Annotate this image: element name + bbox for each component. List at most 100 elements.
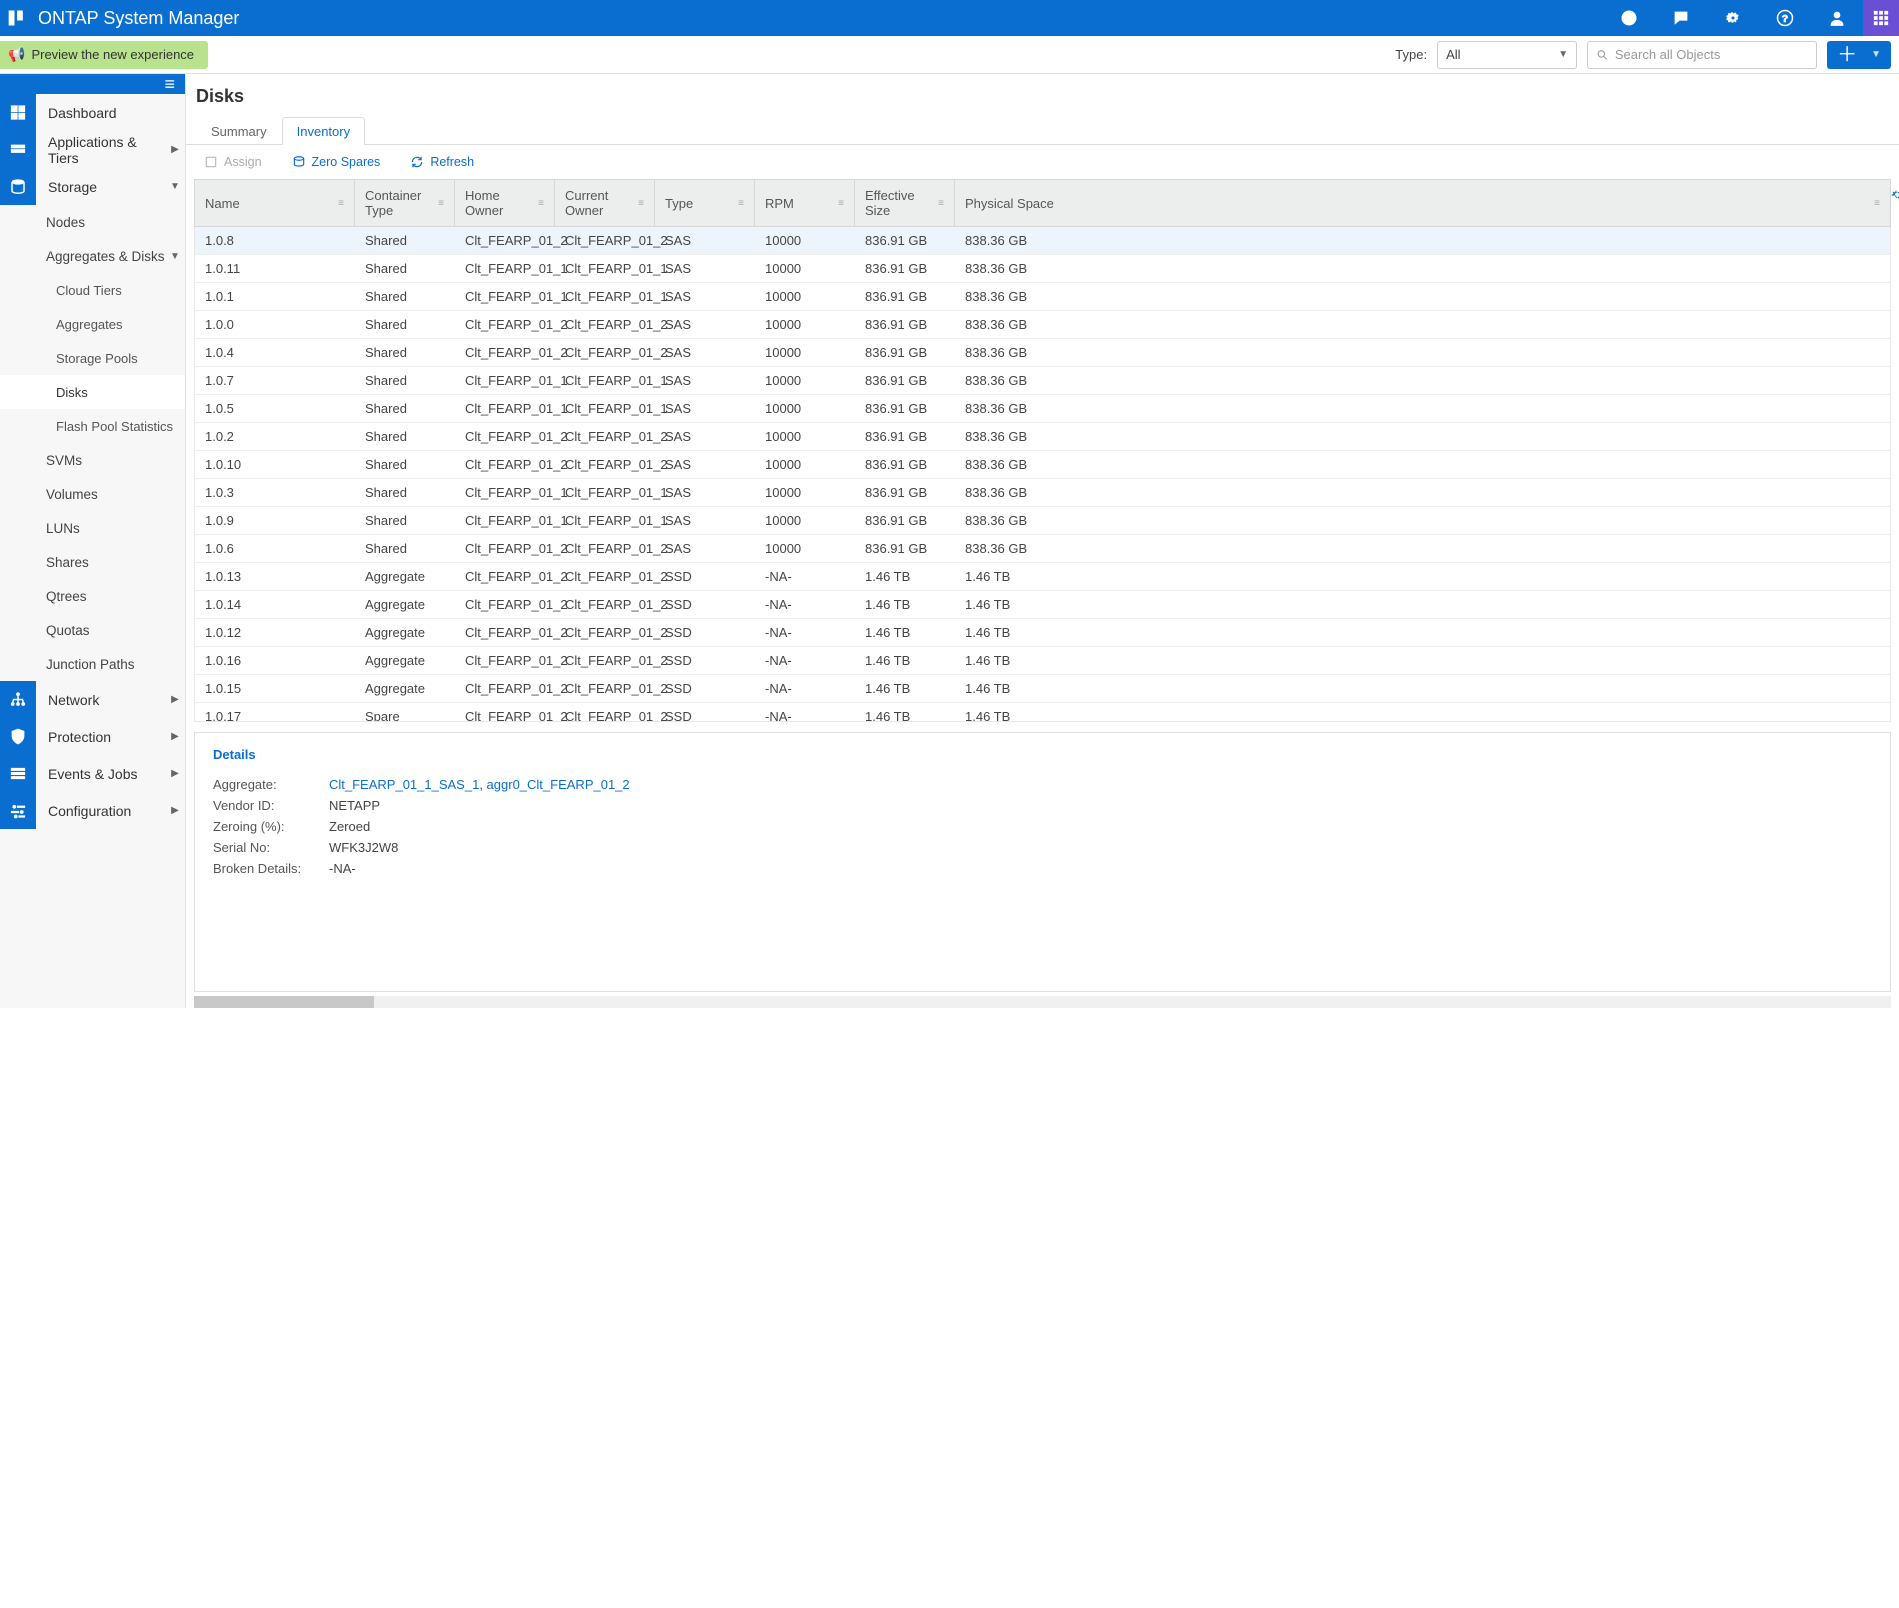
scrollbar-thumb[interactable] [194,996,374,1008]
cell-current: Clt_FEARP_01_2 [555,451,655,478]
table-row[interactable]: 1.0.1SharedClt_FEARP_01_1Clt_FEARP_01_1S… [195,283,1890,311]
sidebar-item-flash-pool-statistics[interactable]: Flash Pool Statistics [0,409,185,443]
sidebar-item-label: Storage [36,179,165,195]
table-row[interactable]: 1.0.10SharedClt_FEARP_01_2Clt_FEARP_01_2… [195,451,1890,479]
table-row[interactable]: 1.0.5SharedClt_FEARP_01_1Clt_FEARP_01_1S… [195,395,1890,423]
table-row[interactable]: 1.0.4SharedClt_FEARP_01_2Clt_FEARP_01_2S… [195,339,1890,367]
detail-value-vendor: NETAPP [329,798,380,813]
assign-button[interactable]: Assign [196,151,270,173]
column-header-effective-size[interactable]: Effective Size≡ [855,180,955,226]
table-row[interactable]: 1.0.12AggregateClt_FEARP_01_2Clt_FEARP_0… [195,619,1890,647]
filter-icon[interactable]: ≡ [338,198,344,209]
sidebar-item-volumes[interactable]: Volumes [0,477,185,511]
tab-summary[interactable]: Summary [196,117,282,145]
sidebar-item-storage-pools[interactable]: Storage Pools [0,341,185,375]
cell-type: SAS [655,339,755,366]
sidebar-item-cloud-tiers[interactable]: Cloud Tiers [0,273,185,307]
table-row[interactable]: 1.0.6SharedClt_FEARP_01_2Clt_FEARP_01_2S… [195,535,1890,563]
compass-icon[interactable] [1603,0,1655,36]
cell-current: Clt_FEARP_01_2 [555,591,655,618]
sidebar-item-shares[interactable]: Shares [0,545,185,579]
cell-home: Clt_FEARP_01_2 [455,591,555,618]
filter-icon[interactable]: ≡ [538,198,544,209]
help-icon[interactable]: ? [1759,0,1811,36]
zero-spares-button[interactable]: Zero Spares [284,151,389,173]
chat-icon[interactable] [1655,0,1707,36]
cell-name: 1.0.2 [195,423,355,450]
refresh-button[interactable]: Refresh [402,151,482,173]
user-icon[interactable] [1811,0,1863,36]
sidebar-item-storage[interactable]: Storage▼ [0,168,185,205]
table-row[interactable]: 1.0.2SharedClt_FEARP_01_2Clt_FEARP_01_2S… [195,423,1890,451]
table-body[interactable]: 1.0.8SharedClt_FEARP_01_2Clt_FEARP_01_2S… [194,227,1891,722]
table-row[interactable]: 1.0.14AggregateClt_FEARP_01_2Clt_FEARP_0… [195,591,1890,619]
cell-name: 1.0.4 [195,339,355,366]
type-select[interactable]: All ▼ [1437,41,1577,69]
filter-icon[interactable]: ≡ [1874,198,1880,209]
tab-inventory[interactable]: Inventory [282,117,365,145]
column-header-rpm[interactable]: RPM≡ [755,180,855,226]
table-row[interactable]: 1.0.17SpareClt_FEARP_01_2Clt_FEARP_01_2S… [195,703,1890,722]
table-row[interactable]: 1.0.0SharedClt_FEARP_01_2Clt_FEARP_01_2S… [195,311,1890,339]
cell-name: 1.0.12 [195,619,355,646]
column-header-name[interactable]: Name≡ [195,180,355,226]
cell-home: Clt_FEARP_01_1 [455,507,555,534]
sidebar-item-applications-tiers[interactable]: Applications & Tiers▶ [0,131,185,168]
filter-icon[interactable]: ≡ [738,198,744,209]
aggregate-link[interactable]: Clt_FEARP_01_1_SAS_1 [329,777,479,792]
column-header-home-owner[interactable]: Home Owner≡ [455,180,555,226]
sidebar-item-label: Junction Paths [46,657,185,672]
gear-icon[interactable] [1707,0,1759,36]
column-header-type[interactable]: Type≡ [655,180,755,226]
preview-banner[interactable]: 📢 Preview the new experience [0,41,208,69]
cell-name: 1.0.10 [195,451,355,478]
column-settings-button[interactable] [1887,179,1899,210]
toolbar: Assign Zero Spares Refresh [186,145,1899,179]
filter-icon[interactable]: ≡ [838,198,844,209]
table-row[interactable]: 1.0.9SharedClt_FEARP_01_1Clt_FEARP_01_1S… [195,507,1890,535]
sidebar-item-junction-paths[interactable]: Junction Paths [0,647,185,681]
apps-grid-icon[interactable] [1863,0,1899,36]
search-input[interactable] [1615,47,1808,62]
column-header-physical-space[interactable]: Physical Space≡ [955,180,1890,226]
type-label: Type: [1395,47,1427,62]
table-row[interactable]: 1.0.11SharedClt_FEARP_01_1Clt_FEARP_01_1… [195,255,1890,283]
column-header-current-owner[interactable]: Current Owner≡ [555,180,655,226]
sidebar-item-luns[interactable]: LUNs [0,511,185,545]
sidebar-item-disks[interactable]: Disks [0,375,185,409]
sidebar-item-configuration[interactable]: Configuration▶ [0,792,185,829]
table-row[interactable]: 1.0.16AggregateClt_FEARP_01_2Clt_FEARP_0… [195,647,1890,675]
sidebar-item-nodes[interactable]: Nodes [0,205,185,239]
table-row[interactable]: 1.0.7SharedClt_FEARP_01_1Clt_FEARP_01_1S… [195,367,1890,395]
cell-current: Clt_FEARP_01_1 [555,255,655,282]
aggregate-link[interactable]: aggr0_Clt_FEARP_01_2 [487,777,630,792]
sidebar-item-qtrees[interactable]: Qtrees [0,579,185,613]
filter-icon[interactable]: ≡ [938,198,944,209]
sidebar-item-dashboard[interactable]: Dashboard [0,94,185,131]
horizontal-scrollbar[interactable] [194,996,1891,1008]
table-row[interactable]: 1.0.8SharedClt_FEARP_01_2Clt_FEARP_01_2S… [195,227,1890,255]
sidebar-item-aggregates[interactable]: Aggregates [0,307,185,341]
sidebar-item-quotas[interactable]: Quotas [0,613,185,647]
cell-type: SSD [655,619,755,646]
filter-icon[interactable]: ≡ [438,198,444,209]
sidebar-item-svms[interactable]: SVMs [0,443,185,477]
add-button[interactable]: ＋ ▼ [1827,41,1891,69]
table-row[interactable]: 1.0.13AggregateClt_FEARP_01_2Clt_FEARP_0… [195,563,1890,591]
sidebar-item-events-jobs[interactable]: Events & Jobs▶ [0,755,185,792]
cell-rpm: 10000 [755,535,855,562]
cell-phys: 1.46 TB [955,619,1890,646]
table-row[interactable]: 1.0.3SharedClt_FEARP_01_1Clt_FEARP_01_1S… [195,479,1890,507]
sidebar-item-protection[interactable]: Protection▶ [0,718,185,755]
cell-eff: 836.91 GB [855,423,955,450]
column-header-container-type[interactable]: Container Type≡ [355,180,455,226]
sidebar-item-network[interactable]: Network▶ [0,681,185,718]
cell-current: Clt_FEARP_01_2 [555,423,655,450]
sidebar-item-label: LUNs [46,521,185,536]
search-box[interactable] [1587,41,1817,69]
sidebar-item-aggregates-disks[interactable]: Aggregates & Disks▼ [0,239,185,273]
cell-container: Aggregate [355,647,455,674]
filter-icon[interactable]: ≡ [638,198,644,209]
table-row[interactable]: 1.0.15AggregateClt_FEARP_01_2Clt_FEARP_0… [195,675,1890,703]
cell-type: SAS [655,423,755,450]
